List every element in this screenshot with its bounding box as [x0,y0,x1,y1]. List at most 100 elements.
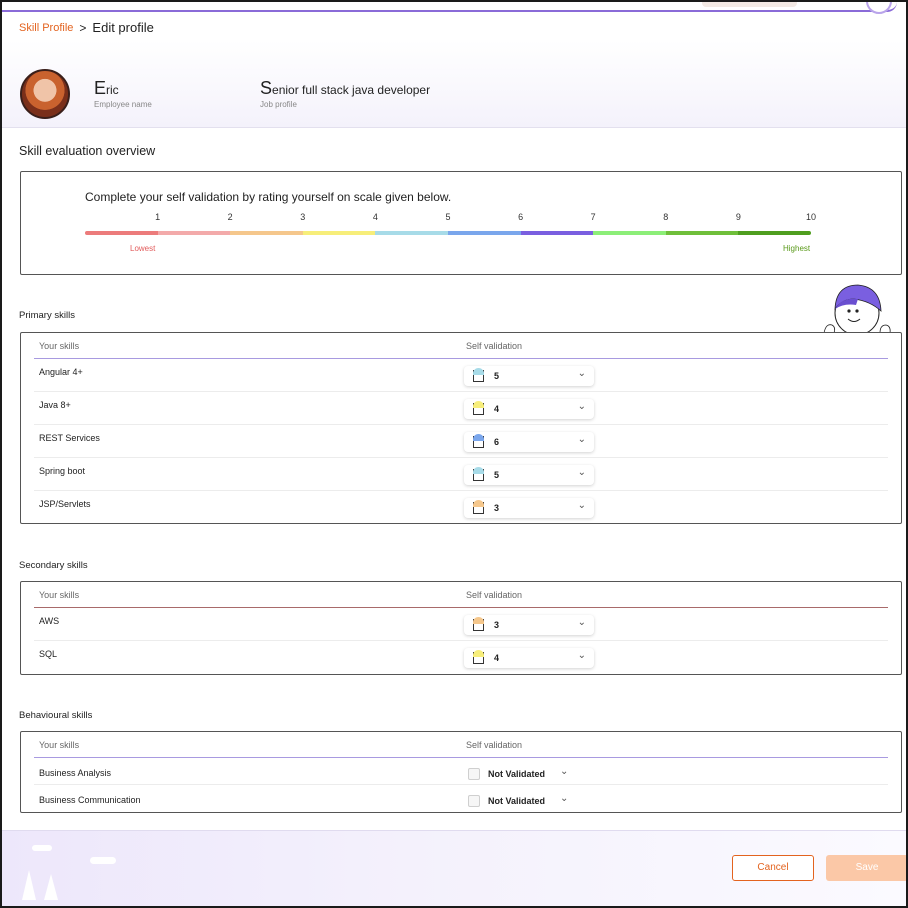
chevron-down-icon: ⌄ [577,401,586,412]
table-row: JSP/Servlets 3 ⌄ [34,491,888,524]
scale-segment [375,231,448,235]
column-self-validation: Self validation [466,590,523,600]
profile-header: Eric Employee name Senior full stack jav… [2,40,906,128]
column-your-skills: Your skills [39,341,80,351]
scale-segment [738,231,811,235]
scale-number: 8 [663,212,669,222]
rating-value: 5 [494,470,500,480]
self-validation-dropdown[interactable]: 4 ⌄ [464,399,594,419]
scale-segment [520,231,594,235]
self-validation-dropdown[interactable]: 3 ⌄ [464,498,594,518]
table-row: Java 8+ 4 ⌄ [34,392,888,425]
rating-value: 3 [494,620,500,630]
scale-number: 10 [805,212,816,222]
chevron-down-icon: ⌄ [577,500,586,511]
scale-number: 4 [372,212,378,222]
scale-instruction: Complete your self validation by rating … [85,190,452,204]
scale-segment [302,231,376,235]
tree-decoration [44,874,58,900]
breadcrumb-skill-profile-link[interactable]: Skill Profile [19,22,73,34]
rating-cup-icon [473,368,484,382]
column-self-validation: Self validation [466,740,523,750]
skill-name: Business Analysis [39,768,112,778]
secondary-skills-table: Your skills Self validation AWS 3 ⌄ SQL 4 ⌄ [20,581,902,675]
scale-segment [230,231,303,235]
top-accent-shape [702,2,797,7]
skill-name: SQL [39,649,58,659]
save-button[interactable]: Save [826,855,906,881]
rating-cup-icon [473,650,484,664]
tree-decoration [22,870,36,900]
self-validation-dropdown[interactable]: 4 ⌄ [464,648,594,668]
table-row: Business Analysis Not Validated ⌄ [34,758,888,785]
self-validation-dropdown[interactable]: 5 ⌄ [464,366,594,386]
skill-name: Business Communication [39,795,141,805]
scale-segment [157,231,231,235]
rating-cup-icon [468,795,480,807]
page-frame: Skill Profile > Edit profile Eric Employ… [0,0,908,908]
chevron-down-icon: ⌄ [577,467,586,478]
scale-number: 3 [300,212,306,222]
rating-value: 3 [494,503,500,513]
table-row: Business Communication Not Validated ⌄ [34,785,888,812]
cloud-decoration [32,845,52,851]
scale-number: 2 [227,212,233,222]
rating-scale-box: Complete your self validation by rating … [20,171,902,275]
skill-name: JSP/Servlets [39,499,91,509]
skill-name: Spring boot [39,466,86,476]
table-row: Spring boot 5 ⌄ [34,458,888,491]
cancel-button[interactable]: Cancel [732,855,814,881]
scale-highest-label: Highest [783,244,811,253]
column-your-skills: Your skills [39,740,80,750]
job-profile-caption: Job profile [260,100,297,109]
table-row: AWS 3 ⌄ [34,608,888,641]
scale-segment [665,231,739,235]
behavioural-table-header: Your skills Self validation [34,732,888,758]
rating-value: 5 [494,371,500,381]
self-validation-dropdown[interactable]: Not Validated ⌄ [464,791,574,811]
scale-segment [448,231,521,235]
table-row: REST Services 6 ⌄ [34,425,888,458]
rating-value: Not Validated [488,769,546,779]
column-your-skills: Your skills [39,590,80,600]
secondary-skills-title: Secondary skills [19,560,88,571]
self-validation-dropdown[interactable]: 6 ⌄ [464,432,594,452]
chevron-down-icon: ⌄ [577,368,586,379]
behavioural-skills-table: Your skills Self validation Business Ana… [20,731,902,813]
rating-cup-icon [468,768,480,780]
chevron-down-icon: ⌄ [560,766,569,777]
chevron-down-icon: ⌄ [577,434,586,445]
scale-number: 1 [155,212,161,222]
self-validation-dropdown[interactable]: 5 ⌄ [464,465,594,485]
rating-cup-icon [473,617,484,631]
rating-value: 4 [494,653,500,663]
scale-lowest-label: Lowest [130,244,156,253]
rating-value: Not Validated [488,796,546,806]
employee-name-caption: Employee name [94,100,152,109]
rating-value: 4 [494,404,500,414]
scale-number: 7 [590,212,596,222]
chevron-down-icon: ⌄ [577,617,586,628]
behavioural-skills-title: Behavioural skills [19,710,93,721]
chevron-down-icon: ⌄ [560,793,569,804]
breadcrumb-current: Edit profile [92,20,154,35]
scale-number: 9 [735,212,741,222]
scale-segment [85,231,158,235]
avatar [20,69,70,119]
primary-skills-title: Primary skills [19,310,75,321]
overview-title: Skill evaluation overview [19,144,156,158]
mascot-icon [823,284,891,336]
scale-number: 5 [445,212,451,222]
self-validation-dropdown[interactable]: 3 ⌄ [464,615,594,635]
rating-cup-icon [473,467,484,481]
rating-cup-icon [473,401,484,415]
rating-cup-icon [473,500,484,514]
self-validation-dropdown[interactable]: Not Validated ⌄ [464,764,574,784]
job-profile: Senior full stack java developer [260,78,431,98]
scale-number: 6 [518,212,524,222]
skill-name: Angular 4+ [39,367,83,377]
table-row: Angular 4+ 5 ⌄ [34,359,888,392]
skill-name: Java 8+ [39,400,71,410]
table-row: SQL 4 ⌄ [34,641,888,674]
breadcrumb: Skill Profile > Edit profile [19,20,154,35]
